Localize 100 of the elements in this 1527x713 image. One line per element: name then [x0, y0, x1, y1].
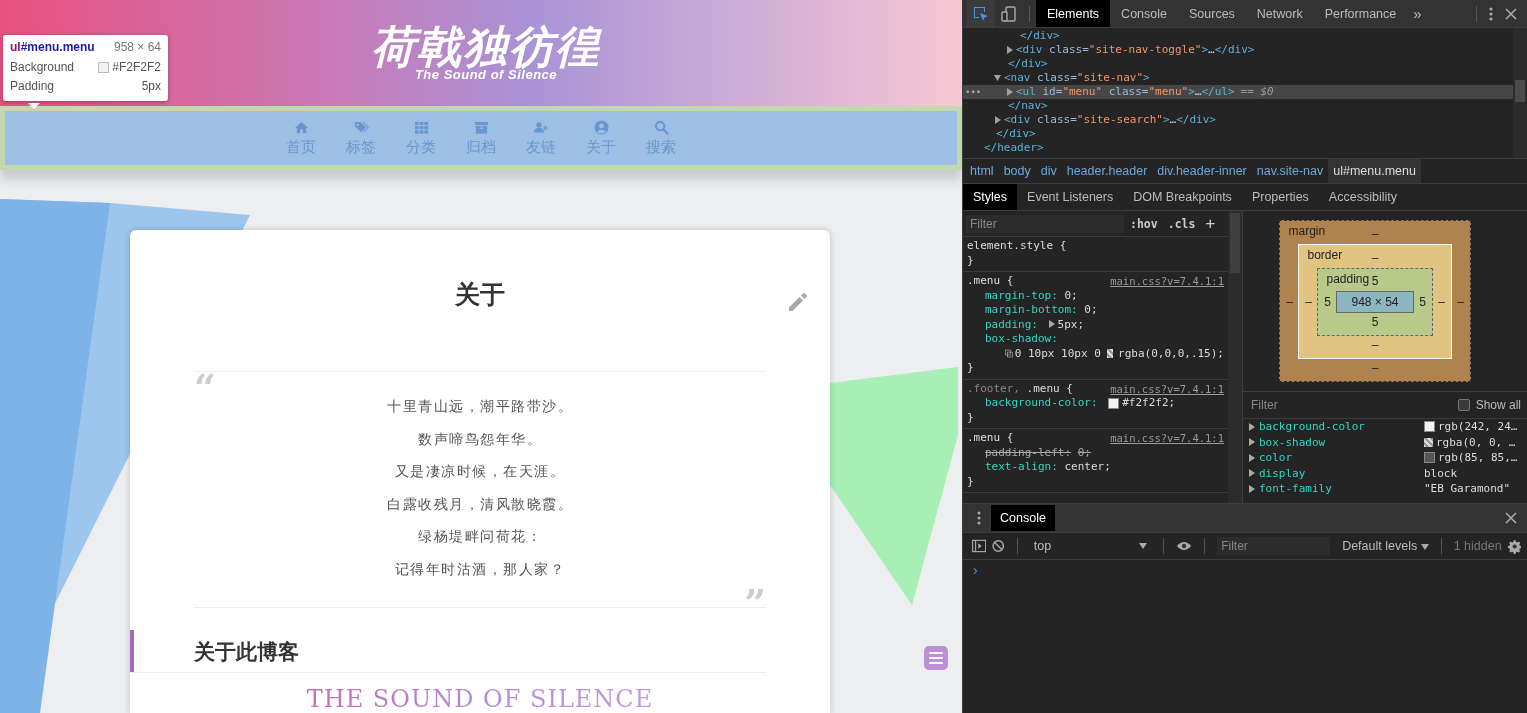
- computed-property[interactable]: background-color rgb(242, 24…: [1243, 419, 1527, 435]
- eye-icon[interactable]: [1176, 540, 1193, 552]
- box-label: margin: [1288, 224, 1326, 238]
- poem-line: 十里青山远，潮平路带沙。: [386, 397, 574, 416]
- css-declaration[interactable]: padding-left: 0;: [967, 445, 1224, 460]
- breadcrumb[interactable]: header.header: [1061, 159, 1153, 183]
- console-tab[interactable]: Console: [991, 505, 1055, 531]
- computed-property[interactable]: color rgb(85, 85,…: [1243, 450, 1527, 466]
- box-value: –: [1371, 226, 1379, 243]
- breadcrumb[interactable]: nav.site-nav: [1251, 159, 1329, 183]
- box-value: –: [1437, 295, 1446, 309]
- shadow-color-swatch[interactable]: [1106, 349, 1114, 359]
- devtools-tab[interactable]: Elements: [1036, 0, 1111, 27]
- computed-property[interactable]: box-shadow rgba(0, 0, …: [1243, 434, 1527, 450]
- dom-node-line[interactable]: <div class="site-search">…</div>: [963, 113, 1513, 127]
- css-declaration[interactable]: box-shadow: 0 10px 10px 0 rgba(0,0,0,.15);: [967, 332, 1224, 361]
- expand-arrow-icon[interactable]: [1006, 46, 1013, 54]
- devtools-tab[interactable]: Console: [1110, 0, 1178, 27]
- show-all-checkbox[interactable]: Show all: [1457, 398, 1521, 412]
- dom-node-line[interactable]: <nav class="site-nav">: [963, 71, 1513, 85]
- css-declaration[interactable]: margin-bottom: 0;: [967, 303, 1224, 318]
- css-declaration[interactable]: margin-top: 0;: [967, 288, 1224, 303]
- expand-arrow-icon[interactable]: [1048, 319, 1055, 328]
- menu-button[interactable]: [924, 646, 948, 670]
- css-selector: element.style: [967, 239, 1054, 254]
- tags-icon: [353, 119, 369, 135]
- expand-arrow-icon[interactable]: [994, 116, 1001, 124]
- closing-brace: }: [967, 410, 975, 425]
- sidebar-toggle-icon[interactable]: [972, 539, 987, 553]
- hover-state-button[interactable]: :hov: [1126, 216, 1162, 231]
- expand-arrow-icon[interactable]: [1006, 88, 1013, 96]
- opening-brace: {: [1006, 274, 1014, 289]
- dom-node-line[interactable]: <div class="site-nav-toggle">…</div>: [963, 43, 1513, 57]
- breadcrumb[interactable]: div: [1035, 159, 1062, 183]
- css-selector: .menu: [967, 274, 1001, 289]
- poem-line: 记得年时沽酒，那人家？: [393, 559, 567, 579]
- poem-line: 白露收残月，清风散晓霞。: [386, 494, 574, 514]
- classes-button[interactable]: .cls: [1163, 216, 1200, 231]
- stylesheet-link[interactable]: main.css?v=7.4.1:1: [1110, 431, 1224, 446]
- panel-tab[interactable]: Properties: [1241, 184, 1319, 210]
- drawer-menu-icon[interactable]: [977, 511, 981, 525]
- element-selector: ul#menu.menu: [10, 40, 95, 54]
- panel-tab[interactable]: Event Listeners: [1017, 184, 1124, 210]
- closing-brace: }: [967, 474, 975, 489]
- context-dropdown[interactable]: top: [1029, 539, 1152, 553]
- box-value: –: [1456, 294, 1465, 309]
- property-label: Padding: [10, 78, 55, 95]
- poem-line: 又是凄凉时候，在天涯。: [393, 462, 567, 481]
- css-declaration[interactable]: background-color: #f2f2f2;: [967, 396, 1224, 411]
- color-swatch[interactable]: [1108, 397, 1120, 409]
- computed-property[interactable]: display block: [1243, 465, 1527, 481]
- opening-brace: {: [1006, 431, 1014, 446]
- css-declaration[interactable]: padding: 5px;: [967, 317, 1224, 332]
- scrollbar-thumb[interactable]: [1515, 80, 1525, 102]
- breadcrumb[interactable]: html: [965, 159, 999, 183]
- clear-console-icon[interactable]: [992, 539, 1005, 553]
- new-rule-button[interactable]: +: [1201, 214, 1220, 233]
- home-icon: [293, 119, 309, 135]
- stylesheet-link[interactable]: main.css?v=7.4.1:1: [1110, 274, 1224, 289]
- log-levels-dropdown[interactable]: Default levels: [1336, 539, 1429, 553]
- box-value: –: [1371, 360, 1379, 377]
- shadow-color-swatch: [1424, 437, 1433, 447]
- console-prompt[interactable]: ›: [963, 560, 978, 580]
- color-swatch: [1424, 452, 1435, 464]
- close-icon[interactable]: [1505, 512, 1517, 524]
- breadcrumb[interactable]: div.header-inner: [1152, 159, 1252, 183]
- panel-tab[interactable]: Styles: [963, 184, 1018, 210]
- closing-brace: }: [967, 361, 975, 376]
- inspect-element-icon[interactable]: [967, 0, 995, 27]
- shadow-editor-icon[interactable]: [1005, 348, 1013, 360]
- search-icon: [653, 119, 669, 135]
- tooltip-pointer-icon: [28, 103, 40, 109]
- more-tabs-button[interactable]: »: [1407, 0, 1428, 27]
- property-value: 5px: [141, 78, 161, 95]
- section-heading: 关于此博客: [194, 638, 299, 666]
- property-label: Background: [10, 59, 75, 76]
- css-selector: .menu: [1026, 381, 1060, 396]
- closing-brace: }: [967, 253, 975, 268]
- box-value: –: [1285, 294, 1294, 309]
- styles-filter-field[interactable]: Filter: [966, 214, 1124, 233]
- dom-closing-tag: </header>: [963, 141, 1513, 155]
- devtools-tab[interactable]: Network: [1245, 0, 1314, 27]
- heading-accent-bar: [130, 630, 134, 672]
- collapse-arrow-icon[interactable]: [994, 74, 1001, 82]
- stylesheet-link[interactable]: main.css?v=7.4.1:1: [1110, 381, 1224, 396]
- box-value: –: [1371, 250, 1379, 267]
- breadcrumb[interactable]: ul#menu.menu: [1328, 159, 1421, 183]
- computed-filter-field[interactable]: Filter: [1249, 395, 1458, 415]
- close-icon[interactable]: [1505, 7, 1517, 20]
- archive-box-icon: [473, 119, 489, 135]
- console-filter-field[interactable]: Filter: [1217, 537, 1331, 555]
- css-declaration[interactable]: text-align: center;: [967, 460, 1224, 475]
- panel-tab[interactable]: DOM Breakpoints: [1123, 184, 1242, 210]
- settings-icon[interactable]: [1507, 538, 1521, 554]
- more-options-icon[interactable]: [1489, 6, 1493, 21]
- breadcrumb[interactable]: body: [998, 159, 1036, 183]
- panel-tab[interactable]: Accessibility: [1318, 184, 1407, 210]
- computed-property[interactable]: font-family "EB Garamond": [1243, 481, 1527, 497]
- devtools-tab[interactable]: Sources: [1178, 0, 1246, 27]
- devtools-tab[interactable]: Performance: [1313, 0, 1408, 27]
